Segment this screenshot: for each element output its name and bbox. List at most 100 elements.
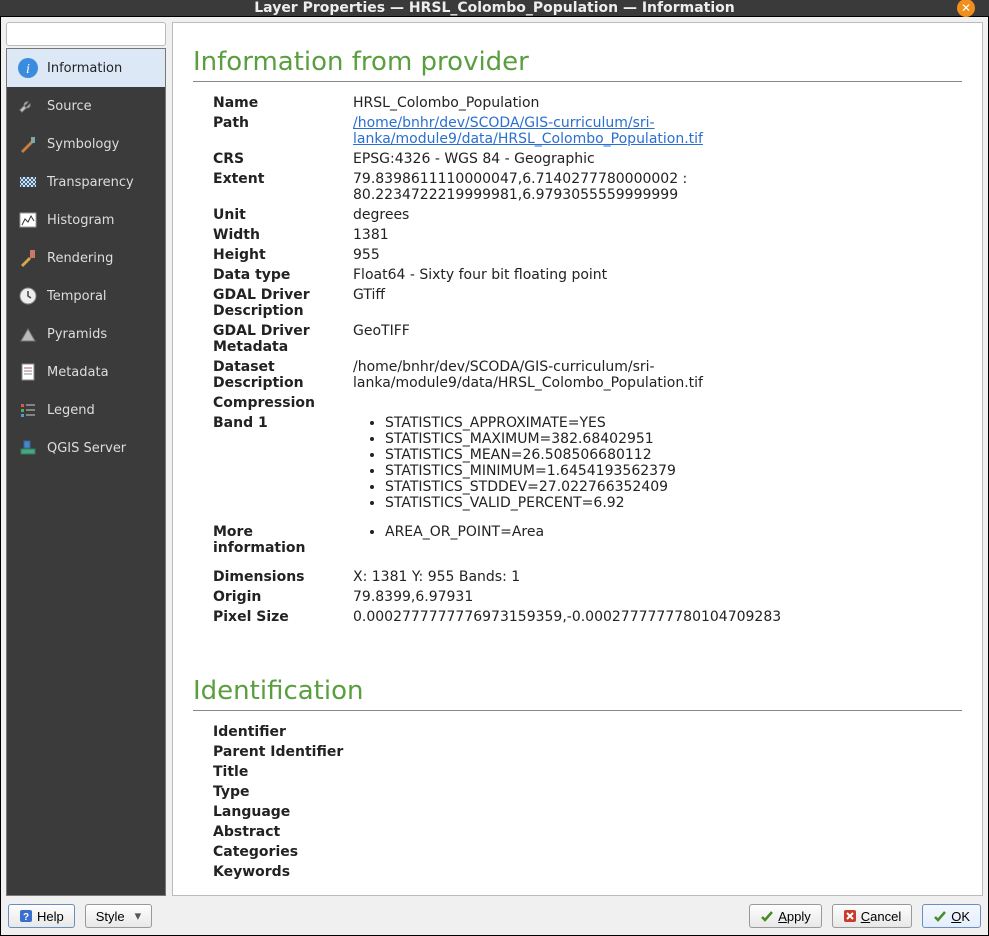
info-value-unit: degrees	[353, 206, 962, 224]
sidebar-item-label: Information	[47, 61, 122, 76]
sidebar-item-label: Rendering	[47, 251, 113, 266]
sidebar-item-qgis-server[interactable]: QGIS Server	[7, 429, 165, 467]
titlebar: Layer Properties — HRSL_Colombo_Populati…	[0, 0, 989, 16]
apply-label: Apply	[778, 909, 811, 924]
info-value-compression	[353, 394, 962, 412]
cancel-button[interactable]: Cancel	[832, 904, 912, 928]
chevron-down-icon: ▾	[129, 908, 142, 924]
sidebar-item-transparency[interactable]: Transparency	[7, 163, 165, 201]
sidebar-item-label: Legend	[47, 403, 95, 418]
sidebar-item-label: Pyramids	[47, 327, 107, 342]
info-label-unit: Unit	[213, 206, 353, 224]
content-panel[interactable]: Information from provider Name HRSL_Colo…	[172, 22, 983, 896]
brush-icon	[17, 133, 39, 155]
apply-button[interactable]: Apply	[749, 904, 822, 928]
pyramid-icon	[17, 323, 39, 345]
ok-check-icon	[933, 909, 947, 923]
section-title-provider: Information from provider	[193, 47, 962, 77]
provider-info-grid: Name HRSL_Colombo_Population Path /home/…	[213, 94, 962, 626]
ident-label-type: Type	[213, 783, 353, 801]
style-label: Style	[96, 909, 125, 924]
cancel-icon	[843, 909, 857, 923]
sidebar-item-label: Transparency	[47, 175, 134, 190]
search-input-container[interactable]	[6, 22, 166, 46]
window: Layer Properties — HRSL_Colombo_Populati…	[0, 0, 989, 925]
button-bar: ? Help Style ▾ Apply Cancel OK	[6, 900, 983, 930]
info-label-gdal-driver-meta: GDAL Driver Metadata	[213, 322, 353, 356]
ident-label-abstract: Abstract	[213, 823, 353, 841]
info-label-name: Name	[213, 94, 353, 112]
info-label-band1: Band 1	[213, 414, 353, 512]
info-label-dimensions: Dimensions	[213, 559, 353, 586]
sidebar-item-temporal[interactable]: Temporal	[7, 277, 165, 315]
clock-icon	[17, 285, 39, 307]
band1-stat: STATISTICS_MINIMUM=1.6454193562379	[385, 463, 962, 479]
info-path-link[interactable]: /home/bnhr/dev/SCODA/GIS-curriculum/sri-…	[353, 115, 703, 147]
ok-label: OK	[951, 909, 970, 924]
sidebar-item-label: Symbology	[47, 137, 119, 152]
sidebar-item-pyramids[interactable]: Pyramids	[7, 315, 165, 353]
ident-label-language: Language	[213, 803, 353, 821]
paintbrush-icon	[17, 247, 39, 269]
sidebar: i Information Source Symbology Transpare…	[6, 22, 166, 896]
client-area: i Information Source Symbology Transpare…	[0, 16, 989, 936]
section-title-identification: Identification	[193, 676, 962, 706]
help-label: Help	[37, 909, 64, 924]
sidebar-item-rendering[interactable]: Rendering	[7, 239, 165, 277]
sidebar-item-label: QGIS Server	[47, 441, 126, 456]
document-icon	[17, 361, 39, 383]
ident-label-keywords: Keywords	[213, 863, 353, 881]
close-icon[interactable]: ✕	[957, 0, 975, 17]
sidebar-item-information[interactable]: i Information	[7, 49, 165, 87]
band1-stat: STATISTICS_APPROXIMATE=YES	[385, 415, 962, 431]
info-value-crs: EPSG:4326 - WGS 84 - Geographic	[353, 150, 962, 168]
sidebar-item-histogram[interactable]: Histogram	[7, 201, 165, 239]
info-label-origin: Origin	[213, 588, 353, 606]
info-label-path: Path	[213, 114, 353, 148]
sidebar-item-label: Source	[47, 99, 92, 114]
wrench-icon	[17, 95, 39, 117]
info-label-width: Width	[213, 226, 353, 244]
info-label-extent: Extent	[213, 170, 353, 204]
sidebar-item-label: Histogram	[47, 213, 114, 228]
band1-stat: STATISTICS_MEAN=26.508506680112	[385, 447, 962, 463]
info-label-height: Height	[213, 246, 353, 264]
cancel-label: Cancel	[861, 909, 901, 924]
sidebar-item-metadata[interactable]: Metadata	[7, 353, 165, 391]
info-value-pixelsize: 0.0002777777776973159359,-0.000277777778…	[353, 608, 962, 626]
info-value-datatype: Float64 - Sixty four bit floating point	[353, 266, 962, 284]
identification-grid: Identifier Parent Identifier Title Type …	[213, 723, 962, 881]
ident-label-identifier: Identifier	[213, 723, 353, 741]
info-label-crs: CRS	[213, 150, 353, 168]
sidebar-item-symbology[interactable]: Symbology	[7, 125, 165, 163]
search-input[interactable]	[11, 27, 191, 42]
svg-text:?: ?	[23, 912, 29, 923]
info-label-moreinfo: More information	[213, 514, 353, 557]
info-value-gdal-driver-meta: GeoTIFF	[353, 322, 962, 356]
info-value-moreinfo: AREA_OR_POINT=Area	[353, 514, 962, 557]
band1-stat: STATISTICS_VALID_PERCENT=6.92	[385, 495, 962, 511]
histogram-icon	[17, 209, 39, 231]
moreinfo-item: AREA_OR_POINT=Area	[385, 524, 962, 540]
info-value-gdal-driver-desc: GTiff	[353, 286, 962, 320]
info-value-name: HRSL_Colombo_Population	[353, 94, 962, 112]
info-label-gdal-driver-desc: GDAL Driver Description	[213, 286, 353, 320]
sidebar-item-legend[interactable]: Legend	[7, 391, 165, 429]
sidebar-item-label: Temporal	[47, 289, 107, 304]
info-icon: i	[17, 57, 39, 79]
ok-button[interactable]: OK	[922, 904, 981, 928]
info-value-dimensions: X: 1381 Y: 955 Bands: 1	[353, 559, 962, 586]
server-icon	[17, 437, 39, 459]
window-title: Layer Properties — HRSL_Colombo_Populati…	[254, 0, 734, 16]
section-divider	[193, 81, 962, 82]
help-button[interactable]: ? Help	[8, 904, 75, 928]
info-label-pixelsize: Pixel Size	[213, 608, 353, 626]
band1-stat: STATISTICS_MAXIMUM=382.68402951	[385, 431, 962, 447]
svg-text:i: i	[26, 62, 30, 77]
sidebar-item-source[interactable]: Source	[7, 87, 165, 125]
info-value-dataset-desc: /home/bnhr/dev/SCODA/GIS-curriculum/sri-…	[353, 358, 962, 392]
info-label-datatype: Data type	[213, 266, 353, 284]
style-button[interactable]: Style ▾	[85, 904, 152, 928]
info-value-origin: 79.8399,6.97931	[353, 588, 962, 606]
info-value-band1: STATISTICS_APPROXIMATE=YES STATISTICS_MA…	[353, 414, 962, 512]
